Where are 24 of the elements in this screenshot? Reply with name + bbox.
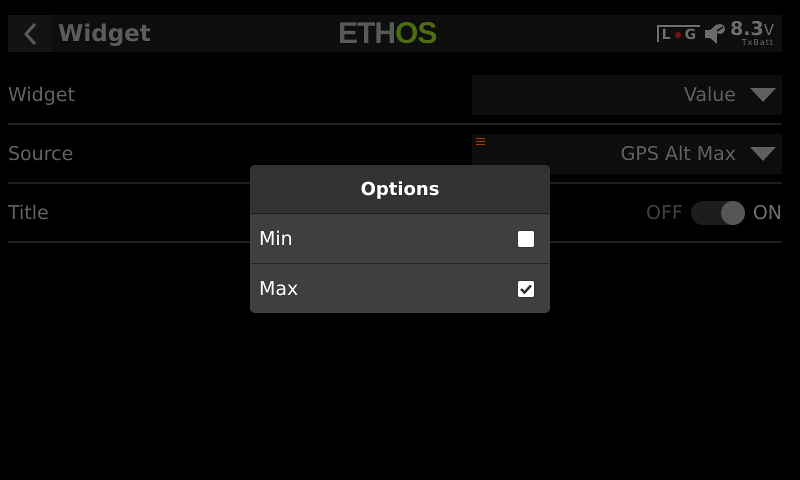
battery-voltage: 8.3V bbox=[730, 20, 774, 39]
caret-icon bbox=[750, 146, 776, 160]
caret-icon bbox=[750, 88, 776, 102]
back-button[interactable] bbox=[8, 15, 52, 52]
checkbox[interactable] bbox=[518, 280, 534, 296]
field-label: Title bbox=[8, 202, 49, 224]
back-icon bbox=[23, 22, 37, 46]
log-indicator: L G bbox=[656, 25, 700, 42]
checkbox[interactable] bbox=[518, 230, 534, 246]
battery-label: TxBatt bbox=[742, 39, 774, 47]
field-label: Source bbox=[8, 142, 74, 164]
speaker-muted-icon bbox=[704, 22, 726, 44]
toggle-switch[interactable] bbox=[690, 200, 745, 224]
on-label: ON bbox=[752, 202, 782, 224]
dropdown[interactable]: Value bbox=[472, 74, 782, 114]
menu-icon bbox=[476, 138, 485, 144]
option-label: Min bbox=[259, 228, 293, 250]
page-title: Widget bbox=[58, 20, 151, 46]
option-label: Max bbox=[259, 278, 298, 300]
dropdown[interactable]: GPS Alt Max bbox=[472, 134, 782, 174]
logo: ETHOS bbox=[338, 17, 436, 51]
field-label: Widget bbox=[8, 84, 75, 106]
off-label: OFF bbox=[646, 202, 683, 224]
dialog-title: Options bbox=[360, 178, 440, 200]
